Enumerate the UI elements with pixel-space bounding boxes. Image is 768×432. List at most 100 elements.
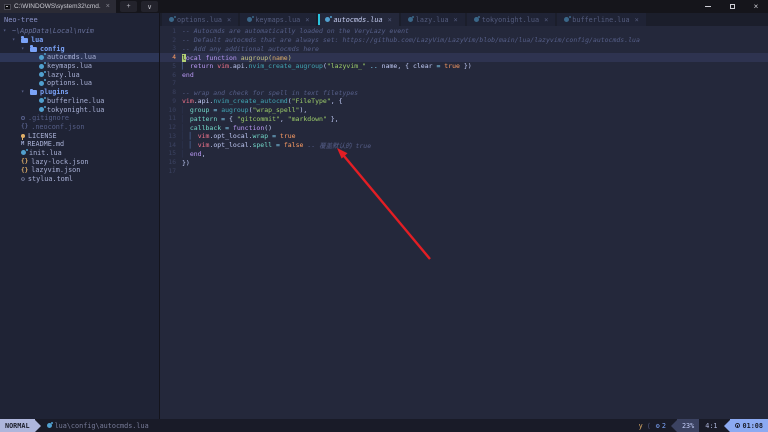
folder-icon bbox=[21, 38, 28, 43]
code-token: wrap bbox=[252, 132, 268, 140]
lua-file-icon bbox=[39, 98, 44, 103]
line-number: 6 bbox=[160, 72, 182, 79]
tree-item--neoconf-json[interactable]: {}.neoconf.json bbox=[0, 123, 159, 132]
angle-separator-icon: ⟨ bbox=[647, 422, 651, 430]
line-number: 3 bbox=[160, 45, 182, 52]
line-number: 4 bbox=[160, 54, 182, 61]
code-line[interactable]: 16}) bbox=[160, 158, 768, 167]
code-token: end bbox=[182, 71, 194, 79]
code-line[interactable]: 12▏ callback = function() bbox=[160, 123, 768, 132]
tree-item-lazy-lua[interactable]: lazy.lua bbox=[0, 70, 159, 79]
code-line[interactable]: 5▏ return vim.api.nvim_create_augroup("l… bbox=[160, 62, 768, 71]
lua-file-icon bbox=[39, 55, 44, 60]
code-line[interactable]: 9vim.api.nvim_create_autocmd("FileType",… bbox=[160, 97, 768, 106]
close-icon[interactable]: × bbox=[635, 16, 639, 24]
tree-item-config[interactable]: ▾config bbox=[0, 44, 159, 53]
tab-label: autocmds.lua bbox=[333, 16, 382, 24]
close-icon[interactable]: × bbox=[388, 16, 392, 24]
code-line[interactable]: 10▏ group = augroup("wrap_spell"), bbox=[160, 106, 768, 115]
chevron-down-icon[interactable]: ▾ bbox=[21, 89, 27, 95]
code-line[interactable]: 4local function augroup(name) bbox=[160, 53, 768, 62]
minimize-icon bbox=[705, 6, 711, 7]
tab-dropdown-button[interactable]: ∨ bbox=[141, 1, 158, 12]
code-line[interactable]: 6end bbox=[160, 71, 768, 80]
tree-item-lazy-lock-json[interactable]: {}lazy-lock.json bbox=[0, 157, 159, 166]
scroll-percent: 23% bbox=[677, 419, 699, 432]
code-line[interactable]: 17 bbox=[160, 167, 768, 176]
chevron-down-icon[interactable]: ▾ bbox=[12, 37, 18, 43]
code-token: false bbox=[284, 141, 304, 149]
tree-item-options-lua[interactable]: options.lua bbox=[0, 79, 159, 88]
line-number: 15 bbox=[160, 150, 182, 157]
close-icon[interactable]: × bbox=[454, 16, 458, 24]
code-line[interactable]: 3-- Add any additional autocmds here bbox=[160, 45, 768, 54]
minimize-button[interactable] bbox=[696, 0, 720, 13]
code-area[interactable]: 1-- Autocmds are automatically loaded on… bbox=[160, 26, 768, 419]
tree-item--gitignore[interactable]: .gitignore bbox=[0, 114, 159, 123]
tree-item-plugins[interactable]: ▾plugins bbox=[0, 88, 159, 97]
tab-tokyonight-lua[interactable]: tokyonight.lua× bbox=[467, 13, 556, 26]
chevron-down-icon[interactable]: ▾ bbox=[21, 46, 27, 52]
code-token: () bbox=[264, 124, 272, 132]
code-token: pattern bbox=[190, 115, 217, 123]
license-icon bbox=[21, 134, 25, 138]
tab-autocmds-lua[interactable]: autocmds.lua × bbox=[318, 13, 398, 26]
cmd-icon bbox=[4, 4, 11, 10]
tab-bufferline-lua[interactable]: bufferline.lua× bbox=[557, 13, 646, 26]
code-token: -- Autocmds are automatically loaded on … bbox=[182, 27, 409, 35]
close-icon[interactable]: × bbox=[305, 16, 309, 24]
tab-keymaps-lua[interactable]: keymaps.lua× bbox=[240, 13, 316, 26]
json-icon: {} bbox=[21, 159, 28, 164]
gear-icon: ⚙ bbox=[21, 176, 25, 182]
tree-item-init-lua[interactable]: init.lua bbox=[0, 149, 159, 158]
tree-item-label: .neoconf.json bbox=[31, 123, 84, 131]
folder-icon bbox=[30, 47, 37, 52]
code-token: callback bbox=[190, 124, 221, 132]
code-line[interactable]: 8-- wrap and check for spell in text fil… bbox=[160, 88, 768, 97]
code-token: spell bbox=[252, 141, 272, 149]
code-token: , bbox=[202, 150, 206, 158]
markdown-icon: M bbox=[21, 142, 24, 147]
chevron-down-icon[interactable]: ▾ bbox=[3, 28, 9, 34]
code-token: -- Default autocmds that are always set:… bbox=[182, 36, 640, 44]
maximize-button[interactable] bbox=[720, 0, 744, 13]
tree-item-bufferline-lua[interactable]: bufferline.lua bbox=[0, 97, 159, 106]
window-close-button[interactable]: × bbox=[744, 0, 768, 13]
lua-file-icon bbox=[21, 150, 26, 155]
powerline-separator bbox=[35, 420, 41, 432]
json-icon: {} bbox=[21, 168, 28, 173]
terminal-tab[interactable]: C:\WINDOWS\system32\cmd. × bbox=[0, 0, 116, 13]
code-line[interactable]: 11▏ pattern = { "gitcommit", "markdown" … bbox=[160, 115, 768, 124]
tree-item-license[interactable]: LICENSE bbox=[0, 131, 159, 140]
line-number: 11 bbox=[160, 115, 182, 122]
close-icon[interactable]: × bbox=[227, 16, 231, 24]
new-tab-button[interactable]: + bbox=[120, 1, 137, 12]
tree-item-keymaps-lua[interactable]: keymaps.lua bbox=[0, 62, 159, 71]
editor-pane[interactable]: options.lua×keymaps.lua×autocmds.lua×laz… bbox=[160, 13, 768, 419]
code-line[interactable]: 14▏ ▏ vim.opt_local.spell = false -- 覆盖默… bbox=[160, 141, 768, 150]
tab-lazy-lua[interactable]: lazy.lua× bbox=[401, 13, 465, 26]
line-number: 13 bbox=[160, 133, 182, 140]
tree-item-autocmds-lua[interactable]: autocmds.lua bbox=[0, 53, 159, 62]
tree-item-lazyvim-json[interactable]: {}lazyvim.json bbox=[0, 166, 159, 175]
tab-options-lua[interactable]: options.lua× bbox=[162, 13, 238, 26]
code-line[interactable]: 1-- Autocmds are automatically loaded on… bbox=[160, 27, 768, 36]
buffer-tabline: options.lua×keymaps.lua×autocmds.lua×laz… bbox=[160, 13, 768, 26]
tree-item--appdata-local-nvim[interactable]: ▾~\AppData\Local\nvim bbox=[0, 27, 159, 36]
code-line[interactable]: 2-- Default autocmds that are always set… bbox=[160, 36, 768, 45]
close-icon[interactable]: × bbox=[544, 16, 548, 24]
lua-file-icon bbox=[564, 17, 569, 22]
code-token: -- Add any additional autocmds here bbox=[182, 45, 319, 53]
code-line[interactable]: 7 bbox=[160, 80, 768, 89]
tree-item-tokyonight-lua[interactable]: tokyonight.lua bbox=[0, 105, 159, 114]
file-tree[interactable]: ▾~\AppData\Local\nvim▾lua▾configautocmds… bbox=[0, 26, 159, 419]
tree-item-stylua-toml[interactable]: ⚙stylua.toml bbox=[0, 175, 159, 184]
tree-item-lua[interactable]: ▾lua bbox=[0, 36, 159, 45]
code-line[interactable]: 13▏ ▏ vim.opt_local.wrap = true bbox=[160, 132, 768, 141]
tree-item-label: lazyvim.json bbox=[31, 166, 80, 174]
code-token: vim bbox=[182, 97, 194, 105]
terminal-tab-close-icon[interactable]: × bbox=[106, 3, 110, 10]
tree-item-label: README.md bbox=[27, 140, 64, 148]
tree-item-readme-md[interactable]: MREADME.md bbox=[0, 140, 159, 149]
code-line[interactable]: 15▏ end, bbox=[160, 150, 768, 159]
